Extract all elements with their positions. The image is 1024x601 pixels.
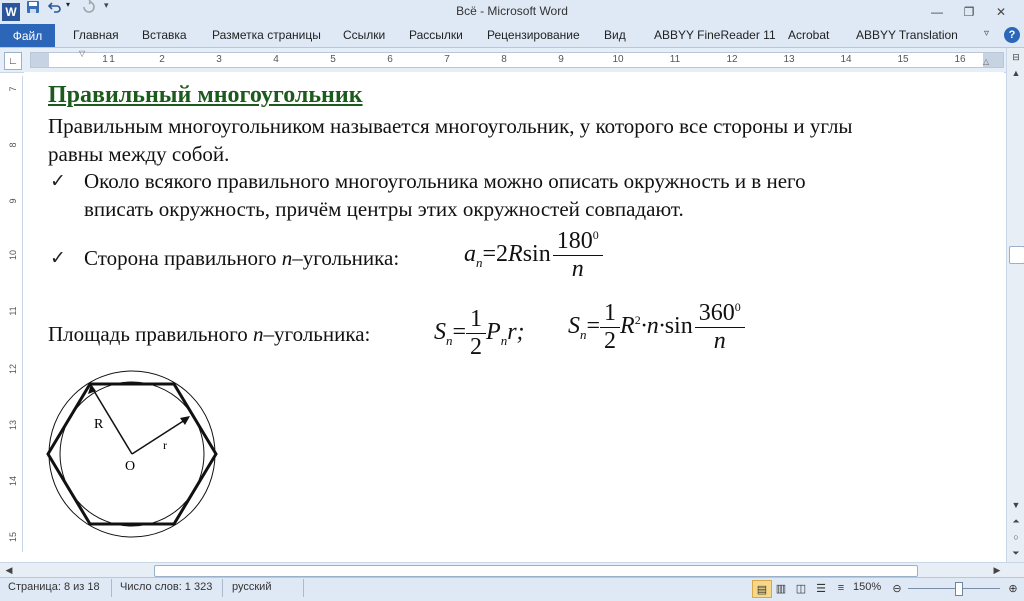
print-layout-icon[interactable]: ▤ xyxy=(752,580,772,598)
outline-view-icon[interactable]: ☰ xyxy=(812,580,830,596)
ruler-number: 11 xyxy=(669,54,681,65)
ruler-number: 14 xyxy=(840,54,852,65)
paragraph-line: Правильным многоугольником называется мн… xyxy=(48,114,853,138)
status-separator xyxy=(303,579,304,597)
tab-acrobat[interactable]: Acrobat xyxy=(788,24,829,47)
area-formula-2: Sn= 1 2 R2·n·sin 3600 n xyxy=(568,300,745,355)
ruler-number: 15 xyxy=(8,532,18,543)
ruler-number: 3 xyxy=(216,54,222,65)
ruler-number: 16 xyxy=(954,54,966,65)
tab-review[interactable]: Рецензирование xyxy=(487,24,580,47)
status-separator xyxy=(222,579,223,597)
ruler-number: 13 xyxy=(8,420,18,431)
zoom-level[interactable]: 150% xyxy=(853,581,881,593)
horizontal-ruler[interactable]: 1 1 2 3 4 5 6 7 8 9 10 11 12 13 14 15 16… xyxy=(30,49,1004,68)
ruler-number: 12 xyxy=(726,54,738,65)
side-formula: an=2Rsin 1800 n xyxy=(464,228,603,283)
browse-object-icon[interactable]: ○ xyxy=(1009,530,1023,544)
tab-abbyy-translation[interactable]: ABBYY Translation xyxy=(856,24,958,47)
previous-page-icon[interactable]: ⏶ xyxy=(1009,514,1023,528)
tab-abbyy-finereader[interactable]: ABBYY FineReader 11 xyxy=(654,24,776,47)
area-line: Площадь правильного n–угольника: xyxy=(48,322,371,346)
language[interactable]: русский xyxy=(232,581,271,593)
ruler-number: 13 xyxy=(783,54,795,65)
label-R: R xyxy=(94,417,104,432)
checkmark-bullet-icon: ✓ xyxy=(50,247,66,269)
ribbon-collapse-icon[interactable]: ▿ xyxy=(984,28,989,39)
ruler-number: 15 xyxy=(897,54,909,65)
ruler-number: 11 xyxy=(8,306,18,316)
ruler-number: 8 xyxy=(8,142,18,148)
ruler-number: 7 xyxy=(8,86,18,92)
ruler-number: 1 xyxy=(109,54,115,65)
scroll-right-icon[interactable]: ▶ xyxy=(990,564,1004,577)
tab-references[interactable]: Ссылки xyxy=(343,24,385,47)
zoom-out-icon[interactable]: ⊖ xyxy=(888,580,906,596)
ruler-number: 5 xyxy=(330,54,336,65)
tab-insert[interactable]: Вставка xyxy=(142,24,187,47)
tab-selector-icon[interactable]: ∟ xyxy=(4,52,22,70)
tab-mailings[interactable]: Рассылки xyxy=(409,24,463,47)
zoom-slider-thumb[interactable] xyxy=(955,582,963,596)
ruler-number: 8 xyxy=(501,54,507,65)
ruler-number: 10 xyxy=(8,250,18,261)
zoom-in-icon[interactable]: ⊕ xyxy=(1004,580,1022,596)
ruler-number: 9 xyxy=(558,54,564,65)
bullet-line: Около всякого правильного многоугольника… xyxy=(84,169,806,193)
full-screen-reading-icon[interactable]: ▥ xyxy=(772,580,790,596)
status-separator xyxy=(111,579,112,597)
area-formula-1: Sn= 1 2 Pnr; xyxy=(434,306,525,360)
document-page[interactable]: Правильный многоугольник Правильным мног… xyxy=(24,72,1004,562)
ruler-number: 12 xyxy=(8,364,18,375)
hexagon-figure: R r O xyxy=(46,370,218,538)
scroll-down-icon[interactable]: ▼ xyxy=(1009,498,1023,512)
ruler-toggle-icon[interactable]: ⊟ xyxy=(1009,50,1023,64)
ruler-number: 4 xyxy=(273,54,279,65)
bullet-line: вписать окружность, причём центры этих о… xyxy=(84,197,684,221)
paragraph-line: равны между собой. xyxy=(48,142,230,166)
right-indent-marker-icon[interactable]: △ xyxy=(983,57,989,66)
ruler-number: 2 xyxy=(159,54,165,65)
web-layout-icon[interactable]: ◫ xyxy=(792,580,810,596)
ruler-number: 14 xyxy=(8,476,18,487)
tab-file[interactable]: Файл xyxy=(0,24,55,47)
ruler-number: 7 xyxy=(444,54,450,65)
label-O: O xyxy=(125,459,135,474)
scroll-left-icon[interactable]: ◀ xyxy=(2,564,16,577)
section-heading: Правильный многоугольник xyxy=(48,82,363,108)
bullet-line: Сторона правильного n–угольника: xyxy=(84,246,400,270)
tab-page-layout[interactable]: Разметка страницы xyxy=(212,24,321,47)
checkmark-bullet-icon: ✓ xyxy=(50,170,66,192)
radius-r xyxy=(131,417,189,455)
vertical-ruler[interactable]: 7 8 9 10 11 12 13 14 15 xyxy=(4,76,23,552)
horizontal-scrollbar[interactable]: ◀ ▶ xyxy=(0,562,1024,578)
label-r: r xyxy=(163,438,167,452)
tab-view[interactable]: Вид xyxy=(604,24,626,47)
ruler-number: 10 xyxy=(612,54,624,65)
ruler-number: 9 xyxy=(8,198,18,204)
word-count[interactable]: Число слов: 1 323 xyxy=(120,581,212,593)
help-icon[interactable]: ? xyxy=(1004,27,1020,43)
tab-home[interactable]: Главная xyxy=(73,24,119,47)
indent-marker-icon[interactable]: ▽ xyxy=(79,49,85,58)
scroll-thumb[interactable] xyxy=(1009,246,1024,264)
draft-view-icon[interactable]: ≡ xyxy=(832,580,850,596)
page-count[interactable]: Страница: 8 из 18 xyxy=(8,581,100,593)
hscroll-thumb[interactable] xyxy=(154,565,918,577)
restore-icon[interactable]: ❐ xyxy=(956,2,982,21)
scroll-up-icon[interactable]: ▲ xyxy=(1009,66,1023,80)
zoom-slider-track[interactable] xyxy=(908,588,1000,589)
minimize-icon[interactable]: — xyxy=(924,2,950,21)
vertical-scrollbar[interactable]: ⊟ ▲ ▼ ⏶ ○ ⏷ xyxy=(1006,48,1024,562)
window-title: Всё - Microsoft Word xyxy=(456,4,568,18)
ruler-number: 6 xyxy=(387,54,393,65)
next-page-icon[interactable]: ⏷ xyxy=(1009,546,1023,560)
close-icon[interactable]: ✕ xyxy=(988,2,1014,21)
